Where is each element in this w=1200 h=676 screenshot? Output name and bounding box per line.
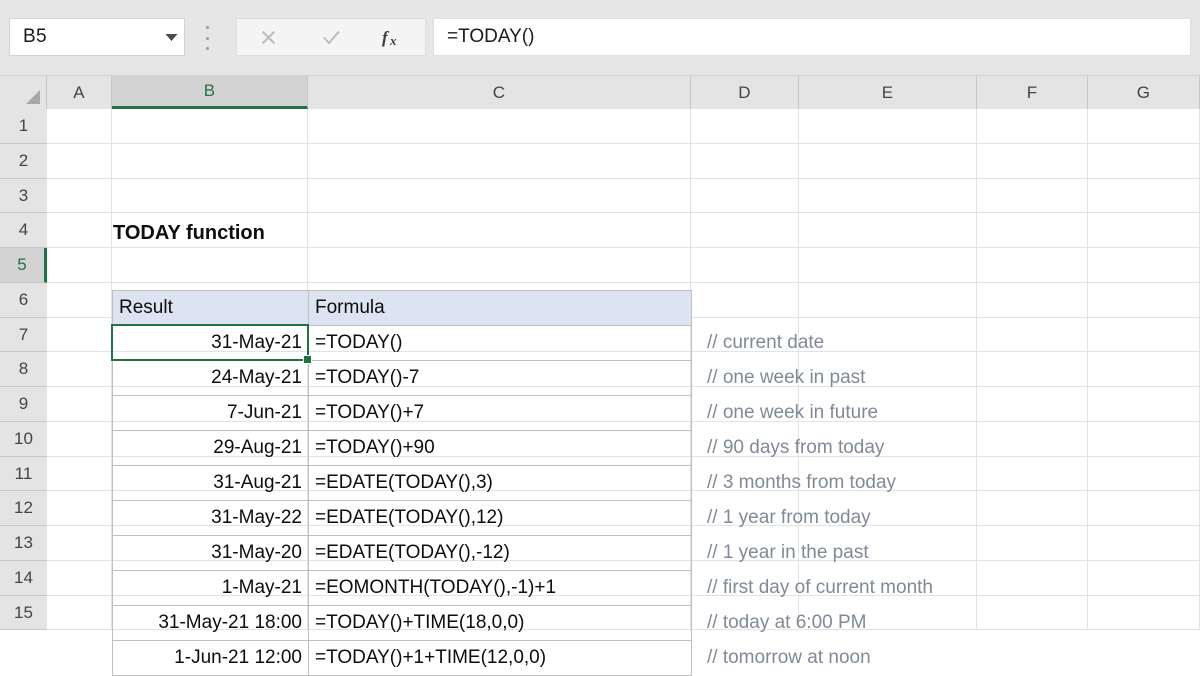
cell-result[interactable]: 31-May-21 18:00 [112, 605, 309, 641]
more-options-icon[interactable] [203, 26, 211, 50]
comment-text: // first day of current month [707, 576, 933, 598]
row-header-10[interactable]: 10 [0, 422, 47, 457]
column-header-d[interactable]: D [691, 76, 799, 109]
row-header-1[interactable]: 1 [0, 109, 47, 144]
cell-formula[interactable]: =TODAY()-7 [308, 360, 692, 396]
column-header-formula: Formula [308, 290, 692, 326]
row-header-5[interactable]: 5 [0, 248, 47, 283]
row-header-12[interactable]: 12 [0, 491, 47, 526]
column-headers: ABCDEFG [0, 76, 1200, 109]
cell-formula[interactable]: =TODAY()+90 [308, 430, 692, 466]
gridline-horizontal [47, 178, 1200, 179]
cell-result[interactable]: 24-May-21 [112, 360, 309, 396]
comment-text: // one week in past [707, 366, 866, 388]
comment-spacer [707, 290, 1177, 325]
column-header-c[interactable]: C [308, 76, 691, 109]
table-row[interactable]: 24-May-21 =TODAY()-7 [112, 360, 692, 396]
row-header-14[interactable]: 14 [0, 561, 47, 596]
gridline-horizontal [47, 282, 1200, 283]
chevron-down-icon[interactable] [158, 33, 184, 42]
data-table: Result Formula 31-May-21 =TODAY() 24-May-2… [112, 290, 692, 676]
row-header-7[interactable]: 7 [0, 318, 47, 352]
kebab-dot [205, 36, 209, 40]
table-row[interactable]: 7-Jun-21 =TODAY()+7 [112, 395, 692, 431]
comment-text: // 1 year from today [707, 506, 871, 528]
table-body: 31-May-21 =TODAY() 24-May-21 =TODAY()-7 7-Ju… [112, 325, 692, 676]
column-header-f[interactable]: F [977, 76, 1088, 109]
cell-formula[interactable]: =TODAY() [308, 325, 692, 361]
row-header-9[interactable]: 9 [0, 387, 47, 422]
formula-input-value: =TODAY() [447, 26, 535, 47]
row-headers: 1 2 3 4 5 6 7 8 9 10 11 12 13 14 15 [0, 109, 47, 630]
table-row[interactable]: 31-May-22 =EDATE(TODAY(),12) [112, 500, 692, 536]
row-header-2[interactable]: 2 [0, 144, 47, 179]
comment-text: // today at 6:00 PM [707, 611, 867, 633]
table-row[interactable]: 31-May-20 =EDATE(TODAY(),-12) [112, 535, 692, 571]
select-all-triangle-icon [26, 90, 40, 104]
cell-formula[interactable]: =TODAY()+TIME(18,0,0) [308, 605, 692, 641]
fx-icon[interactable]: f x [362, 19, 425, 55]
cell-result[interactable]: 1-May-21 [112, 570, 309, 606]
cell-result[interactable]: 7-Jun-21 [112, 395, 309, 431]
cell-formula[interactable]: =EOMONTH(TODAY(),-1)+1 [308, 570, 692, 606]
comment-text: // tomorrow at noon [707, 646, 871, 668]
table-row[interactable]: 1-Jun-21 12:00 =TODAY()+1+TIME(12,0,0) [112, 640, 692, 676]
table-row[interactable]: 31-May-21 18:00 =TODAY()+TIME(18,0,0) [112, 605, 692, 641]
comment-text: // 1 year in the past [707, 541, 869, 563]
row-header-6[interactable]: 6 [0, 283, 47, 318]
select-all-button[interactable] [0, 76, 47, 109]
cell-result[interactable]: 31-Aug-21 [112, 465, 309, 501]
formula-input[interactable]: =TODAY() [433, 18, 1191, 56]
row-header-13[interactable]: 13 [0, 526, 47, 561]
name-box-value: B5 [23, 26, 47, 47]
table-row[interactable]: 31-Aug-21 =EDATE(TODAY(),3) [112, 465, 692, 501]
table-row[interactable]: 1-May-21 =EOMONTH(TODAY(),-1)+1 [112, 570, 692, 606]
comment-text: // 90 days from today [707, 436, 885, 458]
gridline-horizontal [47, 212, 1200, 213]
cell-result[interactable]: 31-May-20 [112, 535, 309, 571]
table-row[interactable]: 29-Aug-21 =TODAY()+90 [112, 430, 692, 466]
gridline-horizontal [47, 143, 1200, 144]
comment-text: // one week in future [707, 401, 879, 423]
worksheet-grid[interactable]: ABCDEFG 1 2 3 4 5 6 7 8 9 10 11 12 13 14 15 TODAY func… [0, 76, 1200, 676]
cell-result[interactable]: 31-May-21 [112, 325, 309, 361]
column-header-result: Result [112, 290, 309, 326]
cell-result[interactable]: 29-Aug-21 [112, 430, 309, 466]
row-header-11[interactable]: 11 [0, 457, 47, 491]
comment-column: // current date // one week in past // one… [707, 290, 1177, 675]
comment-text: // current date [707, 331, 825, 353]
row-header-3[interactable]: 3 [0, 179, 47, 213]
cell-formula[interactable]: =EDATE(TODAY(),12) [308, 500, 692, 536]
formula-action-buttons: f x [236, 18, 426, 56]
row-header-8[interactable]: 8 [0, 352, 47, 387]
fill-handle[interactable] [303, 355, 312, 364]
cell-formula[interactable]: =EDATE(TODAY(),-12) [308, 535, 692, 571]
table-row[interactable]: 31-May-21 =TODAY() [112, 325, 692, 361]
table-header-row: Result Formula [112, 290, 692, 326]
cancel-icon[interactable] [237, 19, 300, 55]
column-header-g[interactable]: G [1088, 76, 1200, 109]
formula-bar-strip: B5 f x =TODAY() [0, 0, 1200, 76]
svg-text:x: x [389, 33, 397, 48]
cell-formula[interactable]: =TODAY()+1+TIME(12,0,0) [308, 640, 692, 676]
column-header-a[interactable]: A [47, 76, 112, 109]
name-box[interactable]: B5 [9, 18, 185, 56]
column-header-b[interactable]: B [112, 76, 308, 109]
cell-result[interactable]: 1-Jun-21 12:00 [112, 640, 309, 676]
kebab-dot [205, 47, 209, 50]
cell-result[interactable]: 31-May-22 [112, 500, 309, 536]
cell-formula[interactable]: =TODAY()+7 [308, 395, 692, 431]
page-title: TODAY function [113, 222, 265, 244]
comment-text: // 3 months from today [707, 471, 897, 493]
row-header-4[interactable]: 4 [0, 213, 47, 248]
kebab-dot [205, 26, 209, 29]
gridline-horizontal [47, 247, 1200, 248]
cell-formula[interactable]: =EDATE(TODAY(),3) [308, 465, 692, 501]
svg-text:f: f [382, 28, 390, 47]
row-header-15[interactable]: 15 [0, 596, 47, 630]
column-header-e[interactable]: E [799, 76, 977, 109]
check-icon[interactable] [300, 19, 363, 55]
